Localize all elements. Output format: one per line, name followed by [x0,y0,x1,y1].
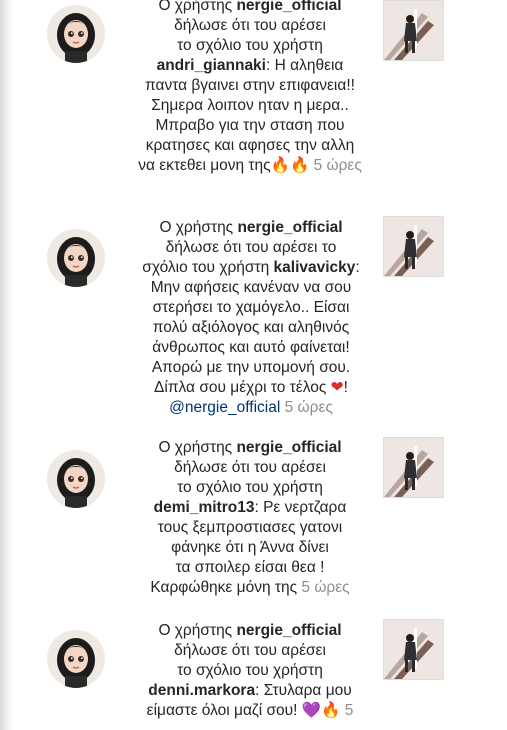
post-thumbnail[interactable] [383,437,444,498]
avatar-cartoon-girl-icon [47,450,105,508]
avatar-cartoon-girl-icon [47,630,105,688]
notification-text: Ο χρήστης nergie_official δήλωσε ότι του… [146,622,354,719]
commenter-link[interactable]: denni.markora [148,682,255,699]
purple-heart-fire-emoji-icon: 💜🔥 [301,702,341,719]
commenter-link[interactable]: demi_mitro13 [154,499,255,516]
username-link[interactable]: nergie_official [236,0,341,14]
commenter-link[interactable]: andri_giannaki [157,57,266,74]
screen-edge [0,0,14,730]
timestamp: 5 ώρες [313,157,362,174]
timestamp: 5 [344,702,354,719]
commenter-link[interactable]: kalivavicky [274,259,356,276]
mention-link[interactable]: @nergie_official [169,399,280,416]
heart-emoji-icon: ❤ [330,379,344,396]
avatar-cartoon-girl-icon [47,5,105,63]
notification-text: Ο χρήστης nergie_official δήλωσε ότι του… [150,439,350,596]
post-thumbnail[interactable] [383,216,444,277]
username-link[interactable]: nergie_official [237,219,342,236]
avatar[interactable] [47,630,105,688]
avatar[interactable] [47,229,105,287]
username-link[interactable]: nergie_official [236,622,341,639]
post-thumbnail[interactable] [383,0,444,61]
fire-emoji-icon: 🔥🔥 [270,157,310,174]
post-thumbnail-image [384,217,443,276]
avatar-cartoon-girl-icon [47,229,105,287]
timestamp: 5 ώρες [284,399,333,416]
post-thumbnail-image [384,1,443,60]
notification-text: Ο χρήστης nergie_official δήλωσε ότι του… [124,0,376,176]
username-link[interactable]: nergie_official [236,439,341,456]
post-thumbnail-image [384,620,443,679]
avatar[interactable] [47,5,105,63]
post-thumbnail-image [384,438,443,497]
post-thumbnail[interactable] [383,619,444,680]
timestamp: 5 ώρες [301,579,350,596]
avatar[interactable] [47,450,105,508]
notification-text: Ο χρήστης nergie_official δήλωσε ότι του… [142,219,360,416]
